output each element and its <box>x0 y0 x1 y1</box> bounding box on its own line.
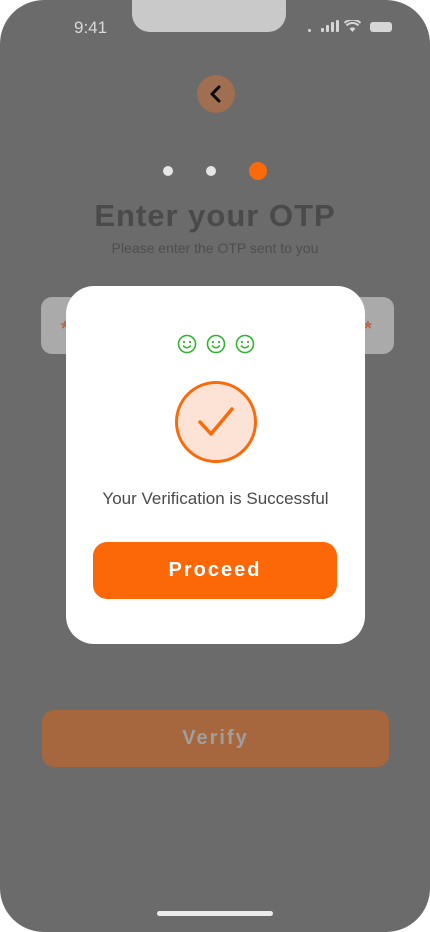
success-check-badge <box>175 381 257 463</box>
battery-icon <box>370 22 392 32</box>
back-button[interactable] <box>197 75 235 113</box>
home-indicator <box>157 911 273 916</box>
smiley-icon <box>177 334 196 354</box>
success-modal: Your Verification is Successful Proceed <box>66 286 365 644</box>
chevron-left-icon <box>210 85 221 103</box>
smiley-icon <box>235 334 254 354</box>
page-subtitle: Please enter the OTP sent to you <box>111 240 319 256</box>
verify-button[interactable]: Verify <box>42 710 389 767</box>
smiley-icon <box>206 334 225 354</box>
signal-icon <box>321 20 339 32</box>
step-indicator-1 <box>163 166 173 176</box>
proceed-button[interactable]: Proceed <box>93 542 337 599</box>
check-icon <box>198 407 234 436</box>
wifi-icon <box>344 20 361 32</box>
page-title: Enter your OTP <box>94 198 336 233</box>
success-message: Your Verification is Successful <box>102 489 329 508</box>
status-icons <box>308 20 392 32</box>
indicator-dot-icon <box>308 29 311 32</box>
otp-char-4: * <box>364 318 372 340</box>
smiley-row <box>66 334 365 354</box>
status-time: 9:41 <box>74 18 108 37</box>
step-indicator-3-active <box>249 162 267 180</box>
phone-screen: 9:41 Enter your OTP Please enter the OTP… <box>0 0 430 932</box>
step-indicator-2 <box>206 166 216 176</box>
device-notch <box>132 0 286 32</box>
